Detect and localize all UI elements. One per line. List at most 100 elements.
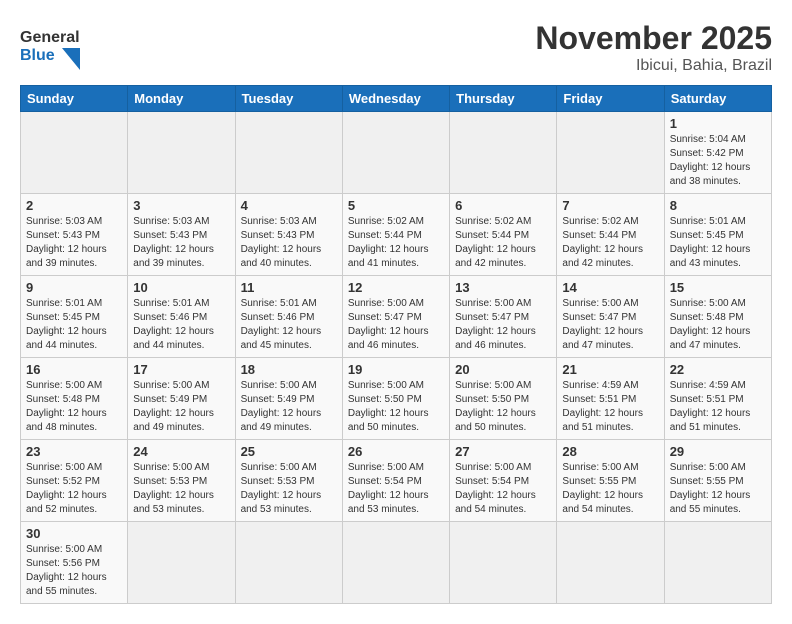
calendar-cell: 9 Sunrise: 5:01 AM Sunset: 5:45 PM Daylig… xyxy=(21,276,128,358)
day-number: 29 xyxy=(670,444,766,459)
day-info: Sunrise: 5:00 AM Sunset: 5:47 PM Dayligh… xyxy=(455,297,551,353)
day-number: 21 xyxy=(562,362,658,377)
day-number: 16 xyxy=(26,362,122,377)
day-number: 7 xyxy=(562,198,658,213)
calendar-cell: 23Sunrise: 5:00 AM Sunset: 5:52 PM Dayli… xyxy=(21,440,128,522)
day-number: 5 xyxy=(348,198,444,213)
calendar-cell: 13 Sunrise: 5:00 AM Sunset: 5:47 PM Dayli… xyxy=(450,276,557,358)
day-number: 13 xyxy=(455,280,551,295)
calendar-cell xyxy=(128,522,235,604)
day-number: 1 xyxy=(670,116,766,131)
calendar-cell: 14Sunrise: 5:00 AM Sunset: 5:47 PM Dayli… xyxy=(557,276,664,358)
calendar-cell: 16 Sunrise: 5:00 AM Sunset: 5:48 PM Dayli… xyxy=(21,358,128,440)
calendar-cell xyxy=(235,112,342,194)
day-number: 15 xyxy=(670,280,766,295)
calendar-week-1: 1 Sunrise: 5:04 AM Sunset: 5:42 PM Daylig… xyxy=(21,112,772,194)
weekday-header-friday: Friday xyxy=(557,86,664,112)
day-number: 4 xyxy=(241,198,337,213)
day-info: Sunrise: 5:01 AM Sunset: 5:45 PM Dayligh… xyxy=(670,215,766,271)
day-info: Sunrise: 5:00 AM Sunset: 5:56 PM Dayligh… xyxy=(26,543,122,599)
calendar-cell: 1 Sunrise: 5:04 AM Sunset: 5:42 PM Daylig… xyxy=(664,112,771,194)
calendar-table: SundayMondayTuesdayWednesdayThursdayFrid… xyxy=(20,85,772,604)
day-number: 10 xyxy=(133,280,229,295)
weekday-header-wednesday: Wednesday xyxy=(342,86,449,112)
day-number: 9 xyxy=(26,280,122,295)
day-number: 23 xyxy=(26,444,122,459)
calendar-cell xyxy=(342,522,449,604)
calendar-cell: 18Sunrise: 5:00 AM Sunset: 5:49 PM Dayli… xyxy=(235,358,342,440)
calendar-cell xyxy=(342,112,449,194)
weekday-header-tuesday: Tuesday xyxy=(235,86,342,112)
calendar-cell: 7 Sunrise: 5:02 AM Sunset: 5:44 PM Daylig… xyxy=(557,194,664,276)
day-number: 14 xyxy=(562,280,658,295)
weekday-header-row: SundayMondayTuesdayWednesdayThursdayFrid… xyxy=(21,86,772,112)
calendar-cell xyxy=(450,522,557,604)
calendar-week-5: 23Sunrise: 5:00 AM Sunset: 5:52 PM Dayli… xyxy=(21,440,772,522)
day-number: 27 xyxy=(455,444,551,459)
calendar-week-3: 9 Sunrise: 5:01 AM Sunset: 5:45 PM Daylig… xyxy=(21,276,772,358)
day-info: Sunrise: 5:02 AM Sunset: 5:44 PM Dayligh… xyxy=(348,215,444,271)
calendar-cell: 19Sunrise: 5:00 AM Sunset: 5:50 PM Dayli… xyxy=(342,358,449,440)
calendar-cell xyxy=(21,112,128,194)
day-number: 6 xyxy=(455,198,551,213)
day-info: Sunrise: 5:00 AM Sunset: 5:50 PM Dayligh… xyxy=(455,379,551,435)
day-info: Sunrise: 5:01 AM Sunset: 5:46 PM Dayligh… xyxy=(133,297,229,353)
calendar-cell xyxy=(557,522,664,604)
title-area: November 2025 Ibicui, Bahia, Brazil xyxy=(535,20,772,75)
day-info: Sunrise: 5:00 AM Sunset: 5:47 PM Dayligh… xyxy=(348,297,444,353)
calendar-cell: 15Sunrise: 5:00 AM Sunset: 5:48 PM Dayli… xyxy=(664,276,771,358)
calendar-cell xyxy=(664,522,771,604)
day-number: 22 xyxy=(670,362,766,377)
calendar-cell: 25Sunrise: 5:00 AM Sunset: 5:53 PM Dayli… xyxy=(235,440,342,522)
day-info: Sunrise: 5:01 AM Sunset: 5:46 PM Dayligh… xyxy=(241,297,337,353)
day-info: Sunrise: 5:00 AM Sunset: 5:53 PM Dayligh… xyxy=(133,461,229,517)
calendar-cell: 3Sunrise: 5:03 AM Sunset: 5:43 PM Daylig… xyxy=(128,194,235,276)
day-number: 26 xyxy=(348,444,444,459)
calendar-cell: 27Sunrise: 5:00 AM Sunset: 5:54 PM Dayli… xyxy=(450,440,557,522)
calendar-cell xyxy=(557,112,664,194)
day-info: Sunrise: 5:00 AM Sunset: 5:49 PM Dayligh… xyxy=(133,379,229,435)
calendar-cell: 5 Sunrise: 5:02 AM Sunset: 5:44 PM Daylig… xyxy=(342,194,449,276)
day-number: 8 xyxy=(670,198,766,213)
day-number: 20 xyxy=(455,362,551,377)
day-number: 2 xyxy=(26,198,122,213)
calendar-cell xyxy=(235,522,342,604)
day-info: Sunrise: 5:00 AM Sunset: 5:55 PM Dayligh… xyxy=(562,461,658,517)
calendar-week-4: 16 Sunrise: 5:00 AM Sunset: 5:48 PM Dayli… xyxy=(21,358,772,440)
calendar-cell: 17 Sunrise: 5:00 AM Sunset: 5:49 PM Dayli… xyxy=(128,358,235,440)
day-info: Sunrise: 5:02 AM Sunset: 5:44 PM Dayligh… xyxy=(455,215,551,271)
day-info: Sunrise: 5:00 AM Sunset: 5:54 PM Dayligh… xyxy=(348,461,444,517)
day-number: 17 xyxy=(133,362,229,377)
day-number: 12 xyxy=(348,280,444,295)
calendar-cell: 10 Sunrise: 5:01 AM Sunset: 5:46 PM Dayli… xyxy=(128,276,235,358)
day-info: Sunrise: 5:03 AM Sunset: 5:43 PM Dayligh… xyxy=(241,215,337,271)
calendar-cell: 6 Sunrise: 5:02 AM Sunset: 5:44 PM Daylig… xyxy=(450,194,557,276)
day-number: 28 xyxy=(562,444,658,459)
calendar-cell: 12 Sunrise: 5:00 AM Sunset: 5:47 PM Dayli… xyxy=(342,276,449,358)
calendar-cell xyxy=(128,112,235,194)
day-info: Sunrise: 5:02 AM Sunset: 5:44 PM Dayligh… xyxy=(562,215,658,271)
day-info: Sunrise: 5:03 AM Sunset: 5:43 PM Dayligh… xyxy=(26,215,122,271)
day-number: 30 xyxy=(26,526,122,541)
day-info: Sunrise: 5:00 AM Sunset: 5:50 PM Dayligh… xyxy=(348,379,444,435)
day-info: Sunrise: 5:00 AM Sunset: 5:49 PM Dayligh… xyxy=(241,379,337,435)
weekday-header-sunday: Sunday xyxy=(21,86,128,112)
day-info: Sunrise: 4:59 AM Sunset: 5:51 PM Dayligh… xyxy=(562,379,658,435)
logo-icon: General Blue xyxy=(20,20,90,75)
day-info: Sunrise: 5:01 AM Sunset: 5:45 PM Dayligh… xyxy=(26,297,122,353)
weekday-header-saturday: Saturday xyxy=(664,86,771,112)
day-number: 24 xyxy=(133,444,229,459)
calendar-cell: 4 Sunrise: 5:03 AM Sunset: 5:43 PM Daylig… xyxy=(235,194,342,276)
day-info: Sunrise: 5:00 AM Sunset: 5:48 PM Dayligh… xyxy=(26,379,122,435)
calendar-cell: 28 Sunrise: 5:00 AM Sunset: 5:55 PM Dayli… xyxy=(557,440,664,522)
calendar-cell xyxy=(450,112,557,194)
day-info: Sunrise: 5:04 AM Sunset: 5:42 PM Dayligh… xyxy=(670,133,766,189)
calendar-cell: 24 Sunrise: 5:00 AM Sunset: 5:53 PM Dayli… xyxy=(128,440,235,522)
month-title: November 2025 xyxy=(535,20,772,57)
calendar-cell: 8 Sunrise: 5:01 AM Sunset: 5:45 PM Daylig… xyxy=(664,194,771,276)
calendar-cell: 20 Sunrise: 5:00 AM Sunset: 5:50 PM Dayli… xyxy=(450,358,557,440)
day-info: Sunrise: 5:00 AM Sunset: 5:55 PM Dayligh… xyxy=(670,461,766,517)
day-number: 11 xyxy=(241,280,337,295)
calendar-cell: 30 Sunrise: 5:00 AM Sunset: 5:56 PM Dayli… xyxy=(21,522,128,604)
page-header: General Blue November 2025 Ibicui, Bahia… xyxy=(20,20,772,75)
